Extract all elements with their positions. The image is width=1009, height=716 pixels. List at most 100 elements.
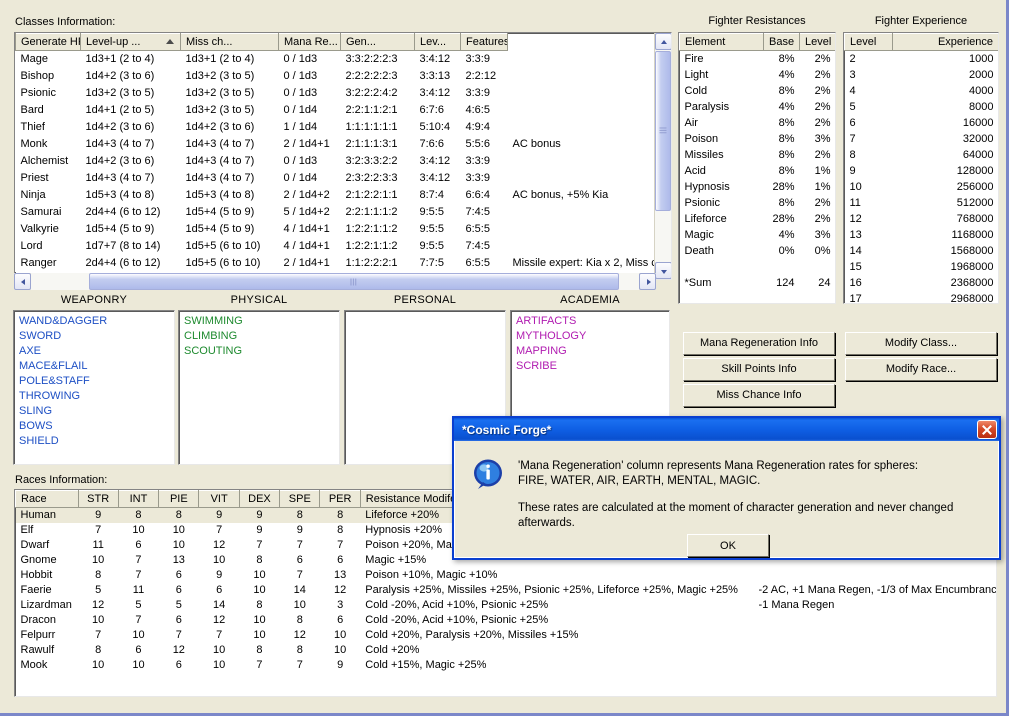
table-row[interactable]: 15 1968000 bbox=[844, 259, 998, 275]
list-item[interactable]: THROWING bbox=[19, 389, 174, 404]
table-row[interactable]: 12 768000 bbox=[844, 211, 998, 227]
skill-list[interactable]: SWIMMING CLIMBING SCOUTING bbox=[178, 310, 340, 465]
experience-header-row[interactable]: Level Experience bbox=[844, 33, 998, 51]
table-row[interactable]: 5 8000 bbox=[844, 99, 998, 115]
table-row[interactable]: 17 2968000 bbox=[844, 291, 998, 303]
races-col-header[interactable]: DEX bbox=[238, 490, 281, 508]
races-col-header[interactable]: Race bbox=[15, 490, 79, 508]
skill-list[interactable]: WAND&DAGGER SWORD AXE MACE&FLAIL POLE&STAFF T… bbox=[13, 310, 175, 465]
list-item[interactable]: SLING bbox=[19, 404, 174, 419]
table-row[interactable]: 10 256000 bbox=[844, 179, 998, 195]
list-item[interactable]: MACE&FLAIL bbox=[19, 359, 174, 374]
classes-col-header[interactable]: Lev... bbox=[414, 33, 461, 51]
close-icon[interactable] bbox=[977, 420, 997, 439]
table-row[interactable]: Hypnosis 28% 1% bbox=[679, 179, 835, 195]
table-row[interactable]: Mage 1d3+1 (2 to 4) 1d3+1 (2 to 4) 0 / 1d3 3… bbox=[15, 50, 656, 68]
races-col-header[interactable]: PIE bbox=[158, 490, 200, 508]
classes-hscroll-thumb[interactable] bbox=[89, 273, 619, 290]
table-row[interactable]: Dracon 10 7 6 12 10 8 6 Cold -20%, Acid +10%, Ps… bbox=[15, 613, 996, 628]
list-item[interactable]: SCRIBE bbox=[516, 359, 669, 374]
list-item[interactable]: SHIELD bbox=[19, 434, 174, 449]
table-row[interactable]: Psionic 8% 2% bbox=[679, 195, 835, 211]
list-item[interactable]: ARTIFACTS bbox=[516, 314, 669, 329]
scroll-right-icon[interactable] bbox=[639, 273, 656, 290]
table-row[interactable]: Mook 10 10 6 10 7 7 9 Cold +15%, Magic +25% bbox=[15, 658, 996, 673]
list-item[interactable]: SCOUTING bbox=[184, 344, 339, 359]
table-row[interactable]: Bard 1d4+1 (2 to 5) 1d3+2 (3 to 5) 0 / 1d4 2… bbox=[15, 102, 656, 119]
table-row[interactable]: Valkyrie 1d5+4 (5 to 9) 1d5+4 (5 to 9) 4 / … bbox=[15, 221, 656, 238]
table-row[interactable] bbox=[679, 259, 835, 275]
dialog-ok-button[interactable]: OK bbox=[687, 534, 769, 557]
experience-col-header[interactable]: Level bbox=[844, 33, 893, 51]
table-row[interactable]: Acid 8% 1% bbox=[679, 163, 835, 179]
table-row[interactable]: 6 16000 bbox=[844, 115, 998, 131]
table-row[interactable]: Fire 8% 2% bbox=[679, 50, 835, 67]
classes-col-header[interactable]: Mana Re... bbox=[278, 33, 341, 51]
classes-col-header[interactable]: Level-up ... bbox=[80, 33, 181, 51]
list-item[interactable]: BOWS bbox=[19, 419, 174, 434]
resistances-col-header[interactable]: Level bbox=[799, 33, 835, 51]
classes-col-header[interactable]: Miss ch... bbox=[180, 33, 279, 51]
table-row[interactable]: Priest 1d4+3 (4 to 7) 1d4+3 (4 to 7) 0 / 1d… bbox=[15, 170, 656, 187]
modify-race-button[interactable]: Modify Race... bbox=[845, 358, 997, 381]
list-item[interactable]: SWIMMING bbox=[184, 314, 339, 329]
table-row[interactable]: Ranger 2d4+4 (6 to 12) 1d5+5 (6 to 10) 2 / … bbox=[15, 255, 656, 272]
table-row[interactable]: Thief 1d4+2 (3 to 6) 1d4+2 (3 to 6) 1 / 1d4… bbox=[15, 119, 656, 136]
table-row[interactable]: Rawulf 8 6 12 10 8 8 10 Cold +20% bbox=[15, 643, 996, 658]
table-row[interactable]: Missiles 8% 2% bbox=[679, 147, 835, 163]
classes-col-header[interactable]: Gen... bbox=[340, 33, 415, 51]
races-col-header[interactable]: INT bbox=[117, 490, 160, 508]
resistances-header-row[interactable]: Element Base Level bbox=[679, 33, 835, 51]
table-row[interactable]: Cold 8% 2% bbox=[679, 83, 835, 99]
table-row[interactable]: Lifeforce 28% 2% bbox=[679, 211, 835, 227]
table-row[interactable]: 4 4000 bbox=[844, 83, 998, 99]
list-item[interactable]: WAND&DAGGER bbox=[19, 314, 174, 329]
scroll-left-icon[interactable] bbox=[14, 273, 31, 290]
table-row[interactable]: 9 128000 bbox=[844, 163, 998, 179]
classes-vertical-scrollbar[interactable] bbox=[654, 33, 671, 279]
classes-vscroll-thumb[interactable] bbox=[655, 51, 671, 211]
scroll-down-icon[interactable] bbox=[655, 262, 671, 279]
list-item[interactable]: MAPPING bbox=[516, 344, 669, 359]
table-row[interactable]: Bishop 1d4+2 (3 to 6) 1d3+2 (3 to 5) 0 / 1d… bbox=[15, 68, 656, 85]
miss-chance-info-button[interactable]: Miss Chance Info bbox=[683, 384, 835, 407]
table-row[interactable]: Lizardman 12 5 5 14 8 10 3 Cold -20%, Acid +10%,… bbox=[15, 598, 996, 613]
classes-horizontal-scrollbar[interactable] bbox=[14, 273, 656, 290]
table-row[interactable]: Death 0% 0% bbox=[679, 243, 835, 259]
table-row[interactable]: Hobbit 8 7 6 9 10 7 13 Poison +10%, Magic +10% bbox=[15, 568, 996, 583]
classes-table-header[interactable]: assGenerate HPLevel-up ...Miss ch...Mana… bbox=[15, 33, 656, 51]
table-row[interactable]: Monk 1d4+3 (4 to 7) 1d4+3 (4 to 7) 2 / 1d4+… bbox=[15, 136, 656, 153]
dialog-titlebar[interactable]: *Cosmic Forge* bbox=[454, 418, 999, 441]
classes-col-header[interactable]: Features bbox=[460, 33, 508, 51]
modify-class-button[interactable]: Modify Class... bbox=[845, 332, 997, 355]
table-row[interactable]: 8 64000 bbox=[844, 147, 998, 163]
classes-col-header[interactable]: Generate HP bbox=[15, 33, 81, 51]
classes-table-scroll-view[interactable]: assGenerate HPLevel-up ...Miss ch...Mana… bbox=[15, 33, 656, 279]
table-row[interactable]: Samurai 2d4+4 (6 to 12) 1d5+4 (5 to 9) 5 / … bbox=[15, 204, 656, 221]
experience-col-header[interactable]: Experience bbox=[892, 33, 998, 51]
resistances-col-header[interactable]: Element bbox=[679, 33, 764, 51]
scroll-up-icon[interactable] bbox=[655, 33, 671, 50]
table-row[interactable]: Ninja 1d5+3 (4 to 8) 1d5+3 (4 to 8) 2 / 1d4… bbox=[15, 187, 656, 204]
list-item[interactable]: AXE bbox=[19, 344, 174, 359]
list-item[interactable]: CLIMBING bbox=[184, 329, 339, 344]
table-row[interactable]: 13 1168000 bbox=[844, 227, 998, 243]
table-row[interactable]: Magic 4% 3% bbox=[679, 227, 835, 243]
table-row[interactable]: Poison 8% 3% bbox=[679, 131, 835, 147]
table-row[interactable]: 14 1568000 bbox=[844, 243, 998, 259]
list-item[interactable]: SWORD bbox=[19, 329, 174, 344]
table-row[interactable]: Light 4% 2% bbox=[679, 67, 835, 83]
table-row[interactable]: Alchemist 1d4+2 (3 to 6) 1d4+3 (4 to 7) 0 /… bbox=[15, 153, 656, 170]
races-col-header[interactable]: PER bbox=[319, 490, 361, 508]
table-row[interactable]: 3 2000 bbox=[844, 67, 998, 83]
table-row[interactable]: *Sum 124 24 bbox=[679, 275, 835, 291]
list-item[interactable]: POLE&STAFF bbox=[19, 374, 174, 389]
races-col-header[interactable]: STR bbox=[77, 490, 119, 508]
table-row[interactable]: 16 2368000 bbox=[844, 275, 998, 291]
table-row[interactable]: Faerie 5 11 6 6 10 14 12 Paralysis +25%, Missile… bbox=[15, 583, 996, 598]
table-row[interactable]: Lord 1d7+7 (8 to 14) 1d5+5 (6 to 10) 4 / 1d… bbox=[15, 238, 656, 255]
list-item[interactable]: MYTHOLOGY bbox=[516, 329, 669, 344]
table-row[interactable]: Felpurr 7 10 7 7 10 12 10 Cold +20%, Paralysis +… bbox=[15, 628, 996, 643]
table-row[interactable]: Paralysis 4% 2% bbox=[679, 99, 835, 115]
races-col-header[interactable]: SPE bbox=[279, 490, 321, 508]
